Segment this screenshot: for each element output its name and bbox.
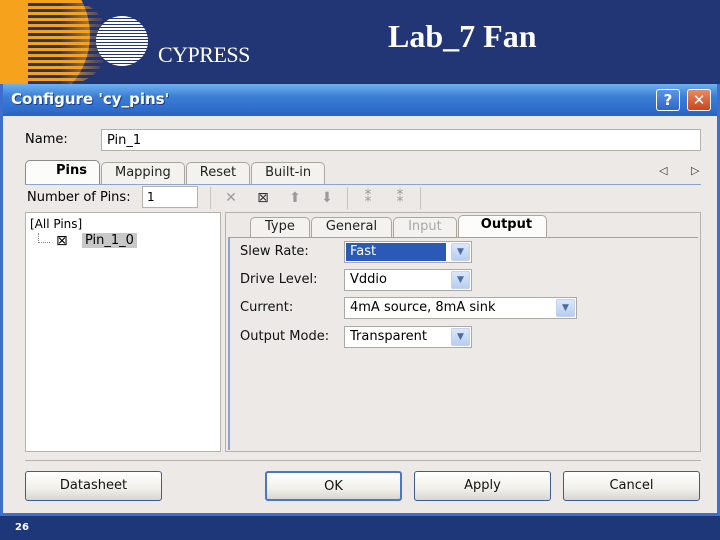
slide-title: Lab_7 Fan: [388, 18, 537, 54]
current-value: 4mA source, 8mA sink: [350, 300, 496, 315]
dialog-title: Configure 'cy_pins': [11, 90, 170, 108]
slide-footer: 26: [0, 516, 720, 540]
tabs-divider: [25, 184, 701, 185]
drive-level-value: Vddio: [350, 272, 387, 287]
slew-rate-value: Fast: [346, 243, 446, 261]
cancel-button[interactable]: Cancel: [563, 471, 700, 501]
chevron-down-icon[interactable]: ▼: [451, 271, 470, 289]
slide-header: CYPRESS Lab_7 Fan: [0, 0, 720, 84]
subtab-general[interactable]: General: [310, 217, 393, 237]
drive-level-label: Drive Level:: [240, 272, 318, 287]
pin-checkbox-icon: ⊠: [56, 233, 68, 249]
pins-tree[interactable]: [All Pins] ⊠ Pin_1_0: [25, 212, 221, 452]
toolbar-separator: [347, 187, 348, 209]
toolbar-separator: [420, 187, 421, 209]
pin-subtabs: Type General Input Output: [250, 215, 548, 237]
number-of-pins-label: Number of Pins:: [27, 190, 131, 205]
number-of-pins-input[interactable]: [142, 186, 198, 208]
subtab-output[interactable]: Output: [457, 215, 548, 237]
tab-pins[interactable]: Pins: [25, 160, 100, 184]
subtab-input: Input: [393, 217, 457, 237]
output-mode-label: Output Mode:: [240, 329, 330, 344]
toolbar-separator: [210, 187, 211, 209]
apply-button[interactable]: Apply: [414, 471, 551, 501]
pins-toolbar: ✕ ⊠ ⬆ ⬇ ⁑ ⁑: [206, 186, 425, 210]
output-mode-value: Transparent: [350, 329, 427, 344]
chevron-down-icon[interactable]: ▼: [451, 243, 470, 261]
pin-box-icon[interactable]: ⊠: [247, 186, 279, 210]
tree-root[interactable]: [All Pins]: [30, 217, 82, 231]
drive-level-select[interactable]: Vddio ▼: [344, 269, 472, 291]
close-button[interactable]: ✕: [687, 89, 711, 111]
dialog-titlebar[interactable]: Configure 'cy_pins' ? ✕: [3, 84, 717, 116]
group-pins-icon[interactable]: ⁑: [352, 186, 384, 210]
logo-text: CYPRESS: [158, 42, 250, 67]
chevron-down-icon[interactable]: ▼: [556, 299, 575, 317]
current-select[interactable]: 4mA source, 8mA sink ▼: [344, 297, 577, 319]
tab-reset[interactable]: Reset: [185, 162, 251, 184]
slew-rate-label: Slew Rate:: [240, 244, 309, 259]
delete-icon[interactable]: ✕: [215, 186, 247, 210]
help-button[interactable]: ?: [656, 89, 680, 111]
move-down-icon[interactable]: ⬇: [311, 186, 343, 210]
name-label: Name:: [25, 132, 68, 147]
pin-properties-panel: Type General Input Output Slew Rate: Fas…: [225, 212, 701, 452]
main-tabs: Pins Mapping Reset Built-in: [25, 160, 326, 184]
current-label: Current:: [240, 300, 294, 315]
move-up-icon[interactable]: ⬆: [279, 186, 311, 210]
slew-rate-select[interactable]: Fast ▼: [344, 241, 472, 263]
cypress-logo-icon: [96, 16, 148, 66]
tab-built-in[interactable]: Built-in: [251, 162, 326, 184]
buttons-divider: [25, 460, 701, 461]
output-mode-select[interactable]: Transparent ▼: [344, 326, 472, 348]
page-number: 26: [15, 522, 29, 533]
name-input[interactable]: [101, 129, 701, 151]
configure-dialog: Configure 'cy_pins' ? ✕ Name: Pins Mappi…: [0, 84, 720, 516]
subtab-type[interactable]: Type: [250, 217, 310, 237]
output-properties: Slew Rate: Fast ▼ Drive Level: Vddio ▼ C…: [228, 238, 698, 450]
ungroup-pins-icon[interactable]: ⁑: [384, 186, 416, 210]
datasheet-button[interactable]: Datasheet: [25, 471, 162, 501]
ok-button[interactable]: OK: [265, 471, 402, 501]
tree-item-pin[interactable]: Pin_1_0: [82, 233, 137, 248]
chevron-down-icon[interactable]: ▼: [451, 328, 470, 346]
tree-connector: [38, 233, 50, 243]
tab-mapping[interactable]: Mapping: [100, 162, 185, 184]
tab-scroll-arrows-icon[interactable]: ◁ ▷: [659, 164, 709, 177]
